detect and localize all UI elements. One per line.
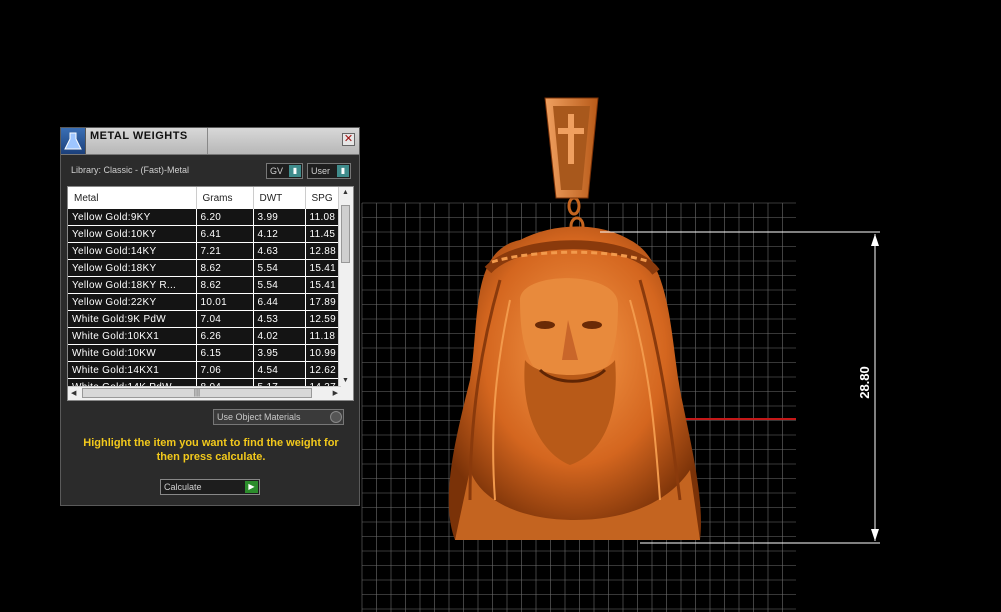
vertical-scroll-thumb[interactable] xyxy=(341,205,350,263)
table-cell: Yellow Gold:14KY xyxy=(68,242,197,260)
table-row[interactable]: White Gold:14KX1 7.06 4.54 12.62 xyxy=(68,361,346,379)
gv-dropdown[interactable]: GV ▮ xyxy=(266,163,303,179)
table-cell: 4.12 xyxy=(253,225,306,243)
table-cell: 6.41 xyxy=(196,225,254,243)
table-cell: 6.44 xyxy=(253,293,306,311)
scroll-down-icon[interactable]: ▼ xyxy=(342,377,349,384)
table-cell: Yellow Gold:10KY xyxy=(68,225,197,243)
panel-title: METAL WEIGHTS xyxy=(90,130,188,142)
table-cell: 4.63 xyxy=(253,242,306,260)
table-row[interactable]: Yellow Gold:18KY 8.62 5.54 15.41 xyxy=(68,259,346,277)
table-cell: White Gold:10KW xyxy=(68,344,197,362)
radio-icon xyxy=(330,411,342,423)
table-cell: 7.04 xyxy=(196,310,254,328)
table-cell: Yellow Gold:18KY xyxy=(68,259,197,277)
instruction-text: Highlight the item you want to find the … xyxy=(83,437,339,463)
pendant-model[interactable] xyxy=(448,97,701,540)
user-dropdown-label: User xyxy=(311,166,331,176)
table-cell: 5.54 xyxy=(253,276,306,294)
table-cell: Yellow Gold:9KY xyxy=(68,209,197,226)
library-label: Library: Classic - (Fast)-Metal xyxy=(71,165,190,175)
table-cell: 8.62 xyxy=(196,259,254,277)
table-cell: Yellow Gold:22KY xyxy=(68,293,197,311)
gv-dropdown-label: GV xyxy=(270,166,284,176)
horizontal-scroll-thumb[interactable]: ||| xyxy=(82,388,312,398)
dimension-label: 28.80 xyxy=(856,366,872,399)
calculate-label: Calculate xyxy=(164,482,202,492)
panel-titlebar[interactable]: METAL WEIGHTS ✕ xyxy=(61,128,359,155)
play-icon: ▶ xyxy=(245,481,258,493)
table-cell: 5.54 xyxy=(253,259,306,277)
table-cell: 10.01 xyxy=(196,293,254,311)
column-header[interactable]: DWT xyxy=(253,187,306,209)
table-cell: White Gold:10KX1 xyxy=(68,327,197,345)
table-header: Metal Grams DWT SPG xyxy=(68,187,346,209)
close-button[interactable]: ✕ xyxy=(342,133,355,146)
dropdown-arrow-icon: ▮ xyxy=(337,165,349,177)
metal-table[interactable]: Metal Grams DWT SPG Yellow Gold:9KY 6.20 3.99… xyxy=(67,186,354,401)
table-row[interactable]: White Gold:9K PdW 7.04 4.53 12.59 xyxy=(68,310,346,328)
use-object-materials-toggle[interactable]: Use Object Materials xyxy=(213,409,344,425)
table-cell: 8.62 xyxy=(196,276,254,294)
horizontal-scrollbar[interactable]: ◀ ||| ▶ xyxy=(68,386,341,400)
calculate-button[interactable]: Calculate ▶ xyxy=(160,479,260,495)
column-header[interactable]: Metal xyxy=(68,187,197,209)
table-row[interactable]: Yellow Gold:22KY 10.01 6.44 17.89 xyxy=(68,293,346,311)
use-object-materials-label: Use Object Materials xyxy=(217,412,301,422)
scroll-right-icon[interactable]: ▶ xyxy=(333,389,338,397)
table-cell: Yellow Gold:18KY R... xyxy=(68,276,197,294)
table-cell: 6.15 xyxy=(196,344,254,362)
table-cell: 7.21 xyxy=(196,242,254,260)
table-row[interactable]: Yellow Gold:14KY 7.21 4.63 12.88 xyxy=(68,242,346,260)
table-cell: 6.26 xyxy=(196,327,254,345)
table-body: Yellow Gold:9KY 6.20 3.99 11.08 Yellow Gold:… xyxy=(68,209,346,396)
table-cell: 4.53 xyxy=(253,310,306,328)
table-row[interactable]: Yellow Gold:18KY R... 8.62 5.54 15.41 xyxy=(68,276,346,294)
table-cell: 4.54 xyxy=(253,361,306,379)
table-cell: White Gold:9K PdW xyxy=(68,310,197,328)
table-cell: 6.20 xyxy=(196,209,254,226)
metal-weights-panel: METAL WEIGHTS ✕ Library: Classic - (Fast… xyxy=(60,127,360,506)
flask-icon xyxy=(61,128,86,154)
title-divider xyxy=(207,128,208,154)
scroll-left-icon[interactable]: ◀ xyxy=(71,389,76,397)
table-row[interactable]: Yellow Gold:9KY 6.20 3.99 11.08 xyxy=(68,209,346,226)
table-cell: 4.02 xyxy=(253,327,306,345)
user-dropdown[interactable]: User ▮ xyxy=(307,163,351,179)
table-row[interactable]: White Gold:10KW 6.15 3.95 10.99 xyxy=(68,344,346,362)
dropdown-arrow-icon: ▮ xyxy=(289,165,301,177)
table-cell: White Gold:14KX1 xyxy=(68,361,197,379)
table-row[interactable]: Yellow Gold:10KY 6.41 4.12 11.45 xyxy=(68,225,346,243)
table-row[interactable]: White Gold:10KX1 6.26 4.02 11.18 xyxy=(68,327,346,345)
table-cell: 7.06 xyxy=(196,361,254,379)
scroll-up-icon[interactable]: ▲ xyxy=(342,189,349,196)
table-cell: 3.99 xyxy=(253,209,306,226)
column-header[interactable]: Grams xyxy=(196,187,254,209)
vertical-scrollbar[interactable]: ▲ ▼ xyxy=(338,187,353,400)
table-cell: 3.95 xyxy=(253,344,306,362)
